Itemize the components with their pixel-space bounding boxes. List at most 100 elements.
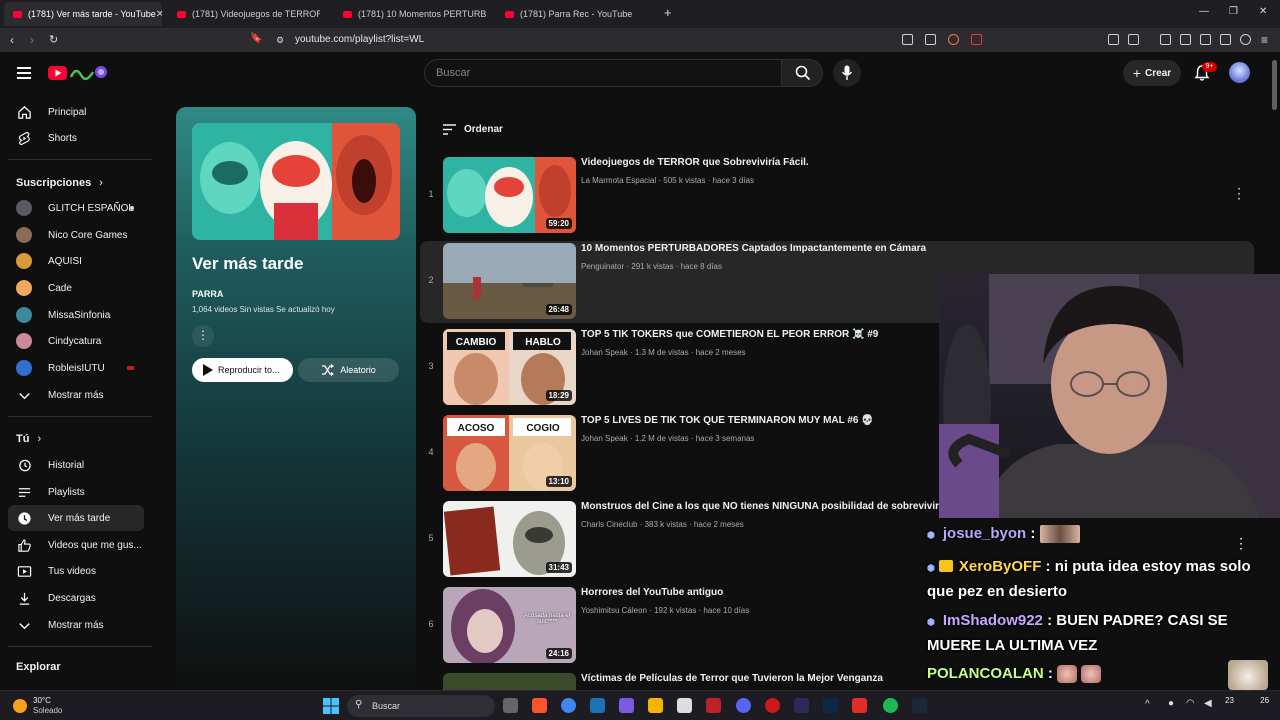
playlist-owner[interactable]: PARRA	[192, 289, 223, 299]
video-title[interactable]: TOP 5 TIK TOKERS que COMETIERON EL PEOR …	[581, 329, 878, 340]
sort-button[interactable]: Ordenar	[443, 124, 503, 135]
spotify-icon[interactable]	[883, 698, 898, 713]
app-icon[interactable]	[706, 698, 721, 713]
discord-icon[interactable]	[736, 698, 751, 713]
bookmark-icon[interactable]: 🔖	[250, 33, 262, 44]
sidebar-icon[interactable]	[1180, 34, 1191, 45]
taskbar-search[interactable]: ⚲ Buscar	[347, 695, 495, 717]
brave-icon[interactable]	[532, 698, 547, 713]
you-heading[interactable]: Tú ›	[16, 433, 41, 445]
site-info-icon[interactable]: ⚙	[276, 35, 284, 46]
youtube-app-icon[interactable]	[852, 698, 867, 713]
video-thumbnail[interactable]: 59:20	[443, 157, 576, 233]
video-thumbnail[interactable]: Acosada hasta el suic**** 24:16	[443, 587, 576, 663]
menu-icon[interactable]: ≡	[1261, 33, 1268, 47]
copilot-icon[interactable]	[619, 698, 634, 713]
share-icon[interactable]	[925, 34, 936, 45]
sidebar-item-your-videos[interactable]: Tus videos	[8, 558, 144, 584]
more-options-icon[interactable]: ⋮	[192, 325, 214, 347]
sidebar-item-subscription[interactable]: RobleisIUTU	[8, 355, 144, 381]
wifi-icon[interactable]: ◠	[1186, 698, 1195, 709]
play-all-button[interactable]: Reproducir to...	[192, 358, 293, 382]
volume-icon[interactable]: ◀	[1204, 698, 1212, 709]
youtube-logo[interactable]	[48, 64, 108, 82]
subscriptions-heading[interactable]: Suscripciones ›	[16, 177, 103, 189]
clock[interactable]: 23 26	[1225, 696, 1269, 705]
sidebar-item-liked-videos[interactable]: Videos que me gus...	[8, 532, 144, 558]
music-icon[interactable]	[1160, 34, 1171, 45]
search-input[interactable]: Buscar	[424, 59, 782, 87]
video-title[interactable]: TOP 5 LIVES DE TIK TOK QUE TERMINARON MU…	[581, 415, 874, 426]
sidebar-item-subscription[interactable]: Nico Core Games	[8, 222, 144, 248]
more-options-icon[interactable]: ⋮	[1234, 530, 1248, 556]
vpn-icon[interactable]	[1240, 34, 1251, 45]
forward-icon[interactable]: ›	[30, 33, 34, 47]
back-icon[interactable]: ‹	[10, 33, 14, 47]
extension-icon[interactable]	[1108, 34, 1119, 45]
leo-icon[interactable]	[1220, 34, 1231, 45]
video-row[interactable]: 1 59:20 Videojuegos de TERROR que Sobrev…	[420, 155, 1254, 237]
brave-shield-icon[interactable]	[948, 34, 959, 45]
extension-icon[interactable]	[902, 34, 913, 45]
new-tab-icon[interactable]: +	[664, 5, 672, 20]
sidebar-item-show-more[interactable]: Mostrar más	[8, 612, 144, 638]
maximize-icon[interactable]: ❐	[1229, 6, 1238, 17]
video-thumbnail[interactable]: 31:43	[443, 501, 576, 577]
vscode-icon[interactable]	[590, 698, 605, 713]
steam-icon[interactable]	[912, 698, 927, 713]
shuffle-button[interactable]: Aleatorio	[298, 358, 399, 382]
video-thumbnail[interactable]	[443, 673, 576, 690]
playlist-thumbnail[interactable]	[192, 123, 400, 240]
wallet-icon[interactable]	[1200, 34, 1211, 45]
extension-icon[interactable]	[1128, 34, 1139, 45]
sidebar-item-subscription[interactable]: MissaSinfonia	[8, 302, 144, 328]
chevron-right-icon: ›	[99, 177, 103, 189]
sidebar-item-subscription[interactable]: GLITCH ESPAÑOL	[8, 195, 144, 221]
task-view-icon[interactable]	[503, 698, 518, 713]
search-button[interactable]	[781, 59, 823, 87]
store-icon[interactable]	[677, 698, 692, 713]
browser-tab[interactable]: (1781) Videojuegos de TERROR que	[168, 4, 320, 24]
minimize-icon[interactable]: —	[1199, 6, 1209, 17]
sidebar-item-downloads[interactable]: Descargas	[8, 585, 144, 611]
video-thumbnail[interactable]: 26:48	[443, 243, 576, 319]
more-options-icon[interactable]: ⋮	[1232, 185, 1246, 202]
microphone-icon[interactable]: ●	[1168, 698, 1174, 709]
chevron-up-icon[interactable]: ^	[1145, 699, 1150, 710]
browser-tab[interactable]: (1781) Parra Rec - YouTube	[496, 4, 654, 24]
video-title[interactable]: Videojuegos de TERROR que Sobreviviría F…	[581, 157, 809, 168]
voice-search-button[interactable]	[833, 59, 861, 87]
hamburger-menu-icon[interactable]	[17, 67, 31, 79]
sidebar-item-playlists[interactable]: Playlists	[8, 479, 144, 505]
photoshop-icon[interactable]	[823, 698, 838, 713]
sidebar-item-principal[interactable]: Principal	[8, 99, 144, 125]
browser-tab[interactable]: (1781) Ver más tarde - YouTube ✕	[4, 2, 162, 26]
sidebar-item-subscription[interactable]: Cindycatura	[8, 328, 144, 354]
windows-start-icon[interactable]	[323, 698, 339, 714]
sidebar-item-subscription[interactable]: Cade	[8, 275, 144, 301]
page-scrollbar[interactable]	[1272, 60, 1277, 110]
video-thumbnail[interactable]: CAMBIO HABLO 18:29	[443, 329, 576, 405]
sidebar-item-history[interactable]: Historial	[8, 452, 144, 478]
create-button[interactable]: + Crear	[1123, 60, 1181, 86]
reload-icon[interactable]: ↻	[49, 33, 58, 46]
video-title[interactable]: Víctimas de Películas de Terror que Tuvi…	[581, 673, 883, 684]
video-title[interactable]: Horrores del YouTube antiguo	[581, 587, 723, 598]
browser-tab[interactable]: (1781) 10 Momentos PERTURBADOR	[334, 4, 486, 24]
sidebar-item-subscription[interactable]: AQUISI	[8, 248, 144, 274]
brave-rewards-icon[interactable]	[971, 34, 982, 45]
sidebar-item-shorts[interactable]: Shorts	[8, 125, 144, 151]
close-window-icon[interactable]: ✕	[1259, 6, 1267, 17]
video-thumbnail[interactable]: ACOSO COGIO 13:10	[443, 415, 576, 491]
url-field[interactable]: youtube.com/playlist?list=WL	[295, 34, 424, 45]
video-title[interactable]: Monstruos del Cine a los que NO tienes N…	[581, 501, 939, 512]
close-icon[interactable]: ✕	[156, 9, 162, 20]
file-explorer-icon[interactable]	[648, 698, 663, 713]
video-title[interactable]: 10 Momentos PERTURBADORES Captados Impac…	[581, 243, 926, 254]
sidebar-item-watch-later[interactable]: Ver más tarde	[8, 505, 144, 531]
user-avatar[interactable]	[1229, 62, 1250, 83]
chrome-icon[interactable]	[561, 698, 576, 713]
sidebar-item-show-more[interactable]: Mostrar más	[8, 382, 144, 408]
premiere-icon[interactable]	[794, 698, 809, 713]
opera-icon[interactable]	[765, 698, 780, 713]
